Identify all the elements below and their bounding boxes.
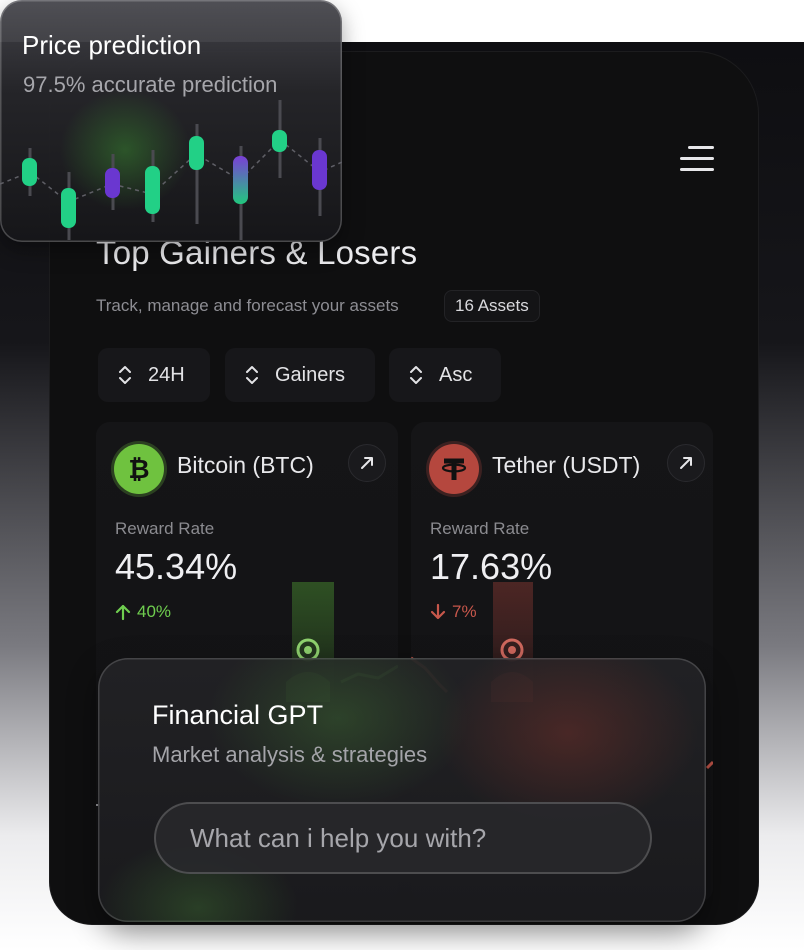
reward-rate-label: Reward Rate (430, 519, 530, 538)
asset-count-badge: 16 Assets (444, 290, 540, 322)
hamburger-menu-icon[interactable] (680, 146, 714, 172)
arrow-up-right-icon (361, 457, 373, 469)
price-prediction-title: Price prediction (22, 30, 202, 60)
price-prediction-card[interactable]: Price prediction 97.5% accurate predicti… (0, 0, 342, 242)
glow-decoration (208, 658, 468, 808)
candle (22, 158, 37, 186)
candle (272, 130, 287, 152)
candle (61, 188, 76, 228)
candle (105, 168, 120, 198)
asset-name: Bitcoin (BTC) (177, 452, 314, 478)
tether-icon (429, 444, 479, 494)
page-subtitle: Track, manage and forecast your assets (96, 296, 399, 315)
gpt-prompt-input[interactable] (154, 802, 652, 874)
candlestick-chart (0, 100, 342, 240)
filter-type-label: Gainers (275, 363, 346, 386)
svg-text:₿: ₿ (128, 455, 149, 484)
sort-icon (246, 366, 258, 384)
financial-gpt-card[interactable]: Financial GPT Market analysis & strategi… (98, 658, 706, 922)
sort-icon (119, 366, 131, 384)
open-asset-button[interactable] (667, 444, 705, 482)
asset-name: Tether (USDT) (492, 452, 641, 478)
filter-type[interactable]: Gainers (225, 348, 375, 402)
filter-order[interactable]: Asc (389, 348, 501, 402)
candle (145, 166, 160, 214)
candle (189, 136, 204, 170)
arrow-up-right-icon (680, 457, 692, 469)
filter-timeframe[interactable]: 24H (98, 348, 210, 402)
filter-timeframe-label: 24H (148, 363, 185, 386)
open-asset-button[interactable] (348, 444, 386, 482)
filter-order-label: Asc (439, 363, 473, 386)
sort-icon (410, 366, 422, 384)
candle (312, 150, 327, 190)
financial-gpt-subtitle: Market analysis & strategies (152, 742, 428, 767)
candle (233, 156, 248, 204)
financial-gpt-title: Financial GPT (152, 700, 324, 730)
reward-rate-label: Reward Rate (115, 519, 215, 538)
bitcoin-icon: ₿ (114, 444, 164, 494)
